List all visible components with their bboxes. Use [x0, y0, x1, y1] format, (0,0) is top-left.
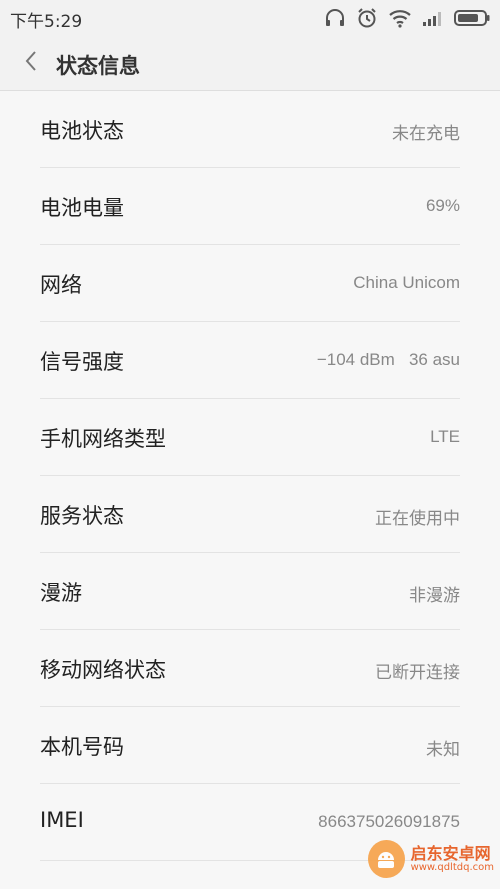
alarm-icon	[356, 7, 378, 29]
back-button[interactable]	[12, 44, 50, 82]
row-label: 电池电量	[40, 196, 124, 220]
status-bar: 下午5:29	[0, 0, 500, 36]
row-battery-status[interactable]: 电池状态 未在充电	[40, 91, 460, 168]
watermark-name: 启东安卓网	[410, 843, 491, 863]
row-value: 866375026091875	[318, 812, 460, 831]
row-mobile-network-state[interactable]: 移动网络状态 已断开连接	[40, 630, 460, 707]
row-signal-strength[interactable]: 信号强度 −104 dBm 36 asu	[40, 322, 460, 399]
row-value: −104 dBm 36 asu	[316, 350, 460, 369]
row-label: IMEI	[40, 808, 84, 832]
wifi-icon	[388, 8, 412, 28]
row-value: 未知	[426, 740, 460, 759]
row-roaming[interactable]: 漫游 非漫游	[40, 553, 460, 630]
row-network-type[interactable]: 手机网络类型 LTE	[40, 399, 460, 476]
headphones-icon	[324, 8, 346, 28]
status-icons	[324, 6, 490, 30]
row-label: 信号强度	[40, 350, 124, 374]
row-value: 正在使用中	[375, 509, 460, 528]
site-watermark: 启东安卓网 www.qdltdq.com	[368, 833, 494, 885]
row-label: 电池状态	[40, 119, 124, 143]
row-value: 69%	[425, 196, 460, 215]
row-battery-level[interactable]: 电池电量 69%	[40, 168, 460, 245]
row-value: LTE	[430, 427, 460, 446]
row-label: 服务状态	[40, 504, 124, 528]
row-service-state[interactable]: 服务状态 正在使用中	[40, 476, 460, 553]
row-label: 网络	[40, 273, 82, 297]
battery-icon	[454, 9, 490, 27]
status-time: 下午5:29	[10, 12, 83, 32]
row-label: 本机号码	[40, 735, 124, 759]
row-label: 漫游	[40, 581, 82, 605]
android-logo-icon	[368, 840, 405, 878]
watermark-url: www.qdltdq.com	[410, 862, 494, 874]
chevron-left-icon	[24, 50, 38, 76]
row-value: 非漫游	[409, 586, 460, 605]
row-value: 未在充电	[392, 124, 460, 143]
row-value: China Unicom	[353, 273, 460, 292]
row-label: 移动网络状态	[40, 658, 166, 682]
row-network[interactable]: 网络 China Unicom	[40, 245, 460, 322]
row-value: 已断开连接	[375, 663, 460, 682]
status-info-list: 电池状态 未在充电 电池电量 69% 网络 China Unicom 信号强度 …	[0, 91, 500, 889]
app-bar: 状态信息	[0, 36, 500, 91]
page-title: 状态信息	[56, 54, 140, 78]
signal-icon	[422, 9, 444, 27]
row-phone-number[interactable]: 本机号码 未知	[40, 707, 460, 784]
row-label: 手机网络类型	[40, 427, 166, 451]
